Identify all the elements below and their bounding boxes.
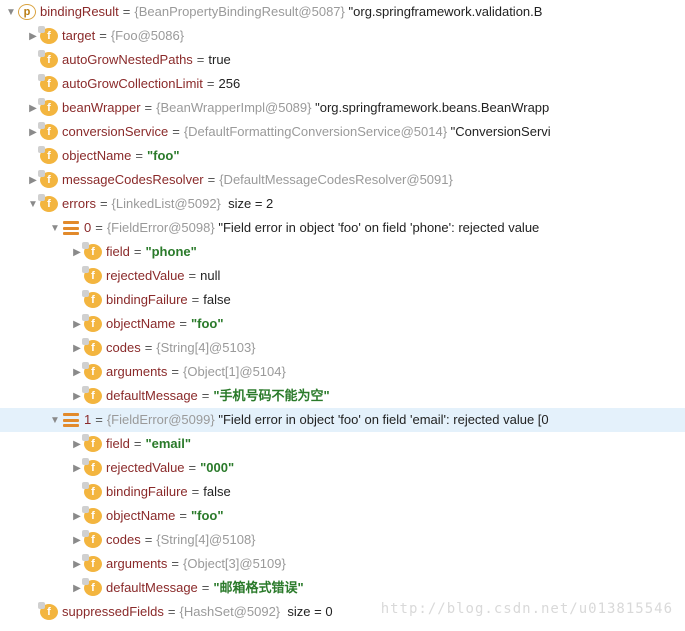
field-icon: f	[84, 316, 102, 332]
tree-node[interactable]: ▶ f rejectedValue = "000"	[0, 456, 685, 480]
tree-node[interactable]: ▶ f arguments = {Object[1]@5104}	[0, 360, 685, 384]
tree-node[interactable]: ▶ f objectName = "foo"	[0, 504, 685, 528]
tree-node[interactable]: ▶ f defaultMessage = "手机号码不能为空"	[0, 384, 685, 408]
tree-node[interactable]: ▶ f objectName = "foo"	[0, 312, 685, 336]
list-index-icon	[62, 219, 80, 237]
field-icon: f	[40, 100, 58, 116]
chevron-down-icon[interactable]: ▼	[4, 3, 18, 22]
field-icon: f	[84, 292, 102, 308]
field-icon: f	[84, 484, 102, 500]
field-icon: f	[84, 580, 102, 596]
field-icon: f	[84, 556, 102, 572]
chevron-down-icon[interactable]: ▼	[48, 411, 62, 430]
field-icon: f	[40, 148, 58, 164]
field-icon: f	[40, 28, 58, 44]
list-index-icon	[62, 411, 80, 429]
field-icon: f	[40, 76, 58, 92]
field-icon: f	[40, 124, 58, 140]
tree-node[interactable]: ▶ f rejectedValue = null	[0, 264, 685, 288]
field-icon: f	[40, 196, 58, 212]
parameter-icon: p	[18, 4, 36, 20]
field-icon: f	[84, 388, 102, 404]
tree-node[interactable]: ▶ f codes = {String[4]@5108}	[0, 528, 685, 552]
field-icon: f	[84, 244, 102, 260]
tree-node[interactable]: ▶ f beanWrapper = {BeanWrapperImpl@5089}…	[0, 96, 685, 120]
list-item[interactable]: ▼ 0 = {FieldError@5098} "Field error in …	[0, 216, 685, 240]
field-icon: f	[40, 52, 58, 68]
tree-node[interactable]: ▶ f messageCodesResolver = {DefaultMessa…	[0, 168, 685, 192]
tree-node[interactable]: ▶ f field = "phone"	[0, 240, 685, 264]
tree-node[interactable]: ▶ f field = "email"	[0, 432, 685, 456]
tree-node[interactable]: ▶ f bindingFailure = false	[0, 480, 685, 504]
list-item-selected[interactable]: ▼ 1 = {FieldError@5099} "Field error in …	[0, 408, 685, 432]
tree-node[interactable]: ▶ f codes = {String[4]@5103}	[0, 336, 685, 360]
field-icon: f	[40, 172, 58, 188]
field-icon: f	[84, 364, 102, 380]
field-icon: f	[84, 508, 102, 524]
tree-node-errors[interactable]: ▼ f errors = {LinkedList@5092} size = 2	[0, 192, 685, 216]
watermark: http://blog.csdn.net/u013815546	[381, 596, 673, 623]
field-icon: f	[40, 604, 58, 620]
tree-node[interactable]: ▶ f conversionService = {DefaultFormatti…	[0, 120, 685, 144]
tree-node[interactable]: ▶ f bindingFailure = false	[0, 288, 685, 312]
chevron-down-icon[interactable]: ▼	[48, 219, 62, 238]
field-icon: f	[84, 340, 102, 356]
tree-node[interactable]: ▶ f autoGrowCollectionLimit = 256	[0, 72, 685, 96]
tree-node[interactable]: ▶ f arguments = {Object[3]@5109}	[0, 552, 685, 576]
tree-node[interactable]: ▶ f objectName = "foo"	[0, 144, 685, 168]
field-icon: f	[84, 532, 102, 548]
field-icon: f	[84, 268, 102, 284]
tree-node-target[interactable]: ▶ f target = {Foo@5086}	[0, 24, 685, 48]
var-name: bindingResult	[40, 0, 119, 24]
tree-node[interactable]: ▶ f autoGrowNestedPaths = true	[0, 48, 685, 72]
field-icon: f	[84, 436, 102, 452]
tree-node-root[interactable]: ▼ p bindingResult = {BeanPropertyBinding…	[0, 0, 685, 24]
field-icon: f	[84, 460, 102, 476]
